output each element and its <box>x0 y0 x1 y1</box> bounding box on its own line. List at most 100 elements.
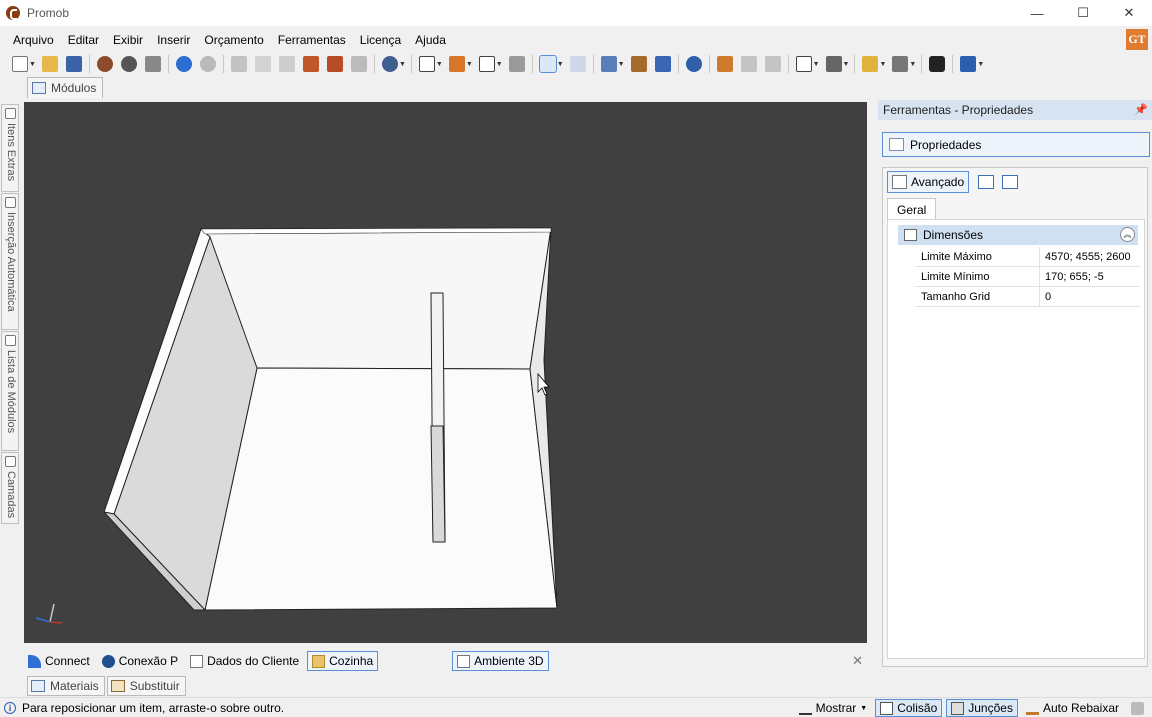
chevron-down-icon[interactable]: ▼ <box>843 61 850 68</box>
chevron-down-icon[interactable]: ▼ <box>813 61 820 68</box>
copy-icon[interactable] <box>254 56 271 72</box>
redo-icon[interactable] <box>199 56 216 72</box>
property-row[interactable]: Limite Máximo 4570; 4555; 2600 <box>915 247 1140 267</box>
tab-dados-do-cliente[interactable]: Dados do Cliente <box>186 651 303 671</box>
maximize-button[interactable]: ☐ <box>1060 0 1106 26</box>
property-row[interactable]: Tamanho Grid 0 <box>915 287 1140 307</box>
layers-icon[interactable] <box>600 56 617 72</box>
gt-badge[interactable]: GT <box>1126 29 1148 50</box>
cabinet-icon[interactable] <box>630 56 647 72</box>
undo-icon[interactable] <box>175 56 192 72</box>
arrow-right-icon[interactable] <box>764 56 781 72</box>
properties-button[interactable]: Propriedades <box>882 132 1150 157</box>
tab-ambiente-3d[interactable]: Ambiente 3D <box>452 651 549 671</box>
view-3d-icon[interactable] <box>654 56 671 72</box>
tab-insercao-automatica[interactable]: Inserção Automática <box>1 193 19 330</box>
tab-connect[interactable]: Connect <box>24 651 94 671</box>
properties-icon <box>889 138 904 151</box>
menu-inserir[interactable]: Inserir <box>150 29 197 51</box>
chevron-down-icon[interactable]: ▼ <box>496 61 503 68</box>
promob-connection-icon <box>101 654 115 668</box>
3d-viewport[interactable] <box>24 102 867 643</box>
chevron-down-icon[interactable]: ▼ <box>436 61 443 68</box>
menu-bar: Arquivo Editar Exibir Inserir Orçamento … <box>0 29 1152 51</box>
cut-icon[interactable] <box>230 56 247 72</box>
property-value[interactable]: 4570; 4555; 2600 <box>1040 247 1131 266</box>
chevron-down-icon[interactable]: ▼ <box>909 61 916 68</box>
menu-ajuda[interactable]: Ajuda <box>408 29 453 51</box>
tools-button[interactable] <box>1127 699 1152 717</box>
alphabetical-view-icon[interactable] <box>1002 175 1019 189</box>
light-icon[interactable] <box>862 56 879 72</box>
chevron-down-icon[interactable]: ▼ <box>29 61 36 68</box>
chevron-down-icon[interactable]: ▼ <box>977 61 984 68</box>
tab-itens-extras[interactable]: Itens Extras <box>1 104 19 192</box>
menu-arquivo[interactable]: Arquivo <box>6 29 61 51</box>
wall-icon[interactable] <box>508 56 525 72</box>
categorized-view-icon[interactable] <box>978 175 995 189</box>
chevron-down-icon[interactable]: ▼ <box>618 61 625 68</box>
tab-lista-de-modulos[interactable]: Lista de Módulos <box>1 331 19 451</box>
mostrar-dropdown[interactable]: Mostrar ▼ <box>795 699 872 717</box>
minimize-button[interactable]: — <box>1014 0 1060 26</box>
close-window-button[interactable]: ✕ <box>1106 0 1152 26</box>
paint-roller-icon[interactable] <box>326 56 343 72</box>
menu-orcamento[interactable]: Orçamento <box>197 29 270 51</box>
tab-camadas-label: Camadas <box>5 471 17 519</box>
eye-icon[interactable] <box>685 56 702 72</box>
tab-cozinha[interactable]: Cozinha <box>307 651 379 671</box>
render-settings-icon[interactable] <box>120 56 137 72</box>
property-value[interactable]: 170; 655; -5 <box>1040 267 1104 286</box>
paste-icon[interactable] <box>278 56 295 72</box>
chevron-down-icon[interactable]: ▼ <box>466 61 473 68</box>
tab-modulos[interactable]: Módulos <box>27 77 104 98</box>
render-icon[interactable] <box>96 56 113 72</box>
budget-icon[interactable] <box>381 56 398 72</box>
dimensions-icon <box>904 229 917 241</box>
modules-icon[interactable] <box>448 56 465 72</box>
property-row[interactable]: Limite Mínimo 170; 655; -5 <box>915 267 1140 287</box>
toolbar-separator <box>167 55 169 73</box>
auto-rebaixar-toggle[interactable]: Auto Rebaixar <box>1022 699 1123 717</box>
delete-icon[interactable] <box>350 56 367 72</box>
new-file-icon[interactable] <box>12 56 28 72</box>
colisao-toggle[interactable]: Colisão <box>875 699 943 717</box>
info-icon: i <box>4 701 16 714</box>
advanced-button[interactable]: Avançado <box>887 171 970 193</box>
tab-conexao-p[interactable]: Conexão P <box>98 651 182 671</box>
category-dimensoes[interactable]: Dimensões ︽ <box>898 225 1138 245</box>
tab-camadas[interactable]: Camadas <box>1 452 19 524</box>
move-arrows-icon[interactable] <box>929 56 946 72</box>
menu-ferramentas[interactable]: Ferramentas <box>271 29 353 51</box>
collapse-icon[interactable]: ︽ <box>1120 227 1135 242</box>
chevron-down-icon[interactable]: ▼ <box>557 61 564 68</box>
hammer-icon[interactable] <box>302 56 319 72</box>
print-icon[interactable] <box>144 56 161 72</box>
menu-licenca[interactable]: Licença <box>353 29 408 51</box>
cube-icon[interactable] <box>825 56 842 72</box>
chevron-down-icon[interactable]: ▼ <box>879 61 886 68</box>
tab-substituir[interactable]: Substituir <box>106 676 186 696</box>
orbit-icon[interactable] <box>716 56 733 72</box>
measure-icon[interactable] <box>569 56 586 72</box>
chevron-down-icon[interactable]: ▼ <box>399 61 406 68</box>
close-tab-icon[interactable]: ✕ <box>852 653 863 669</box>
menu-exibir[interactable]: Exibir <box>106 29 150 51</box>
menu-editar[interactable]: Editar <box>61 29 106 51</box>
tab-materiais[interactable]: Materiais <box>27 676 105 696</box>
property-value[interactable]: 0 <box>1040 287 1051 306</box>
pin-icon[interactable]: 📌 <box>1134 103 1148 116</box>
open-folder-icon[interactable] <box>41 56 58 72</box>
bottom-tab-bar-2: Materiais Substituir <box>27 676 188 696</box>
view-plan-icon[interactable] <box>418 56 435 72</box>
box-view-icon[interactable] <box>795 56 812 72</box>
select-cursor-icon[interactable] <box>538 55 557 73</box>
juncoes-toggle[interactable]: Junções <box>946 699 1018 717</box>
camera-icon[interactable] <box>892 56 909 72</box>
status-message: Para reposicionar um item, arraste-o sob… <box>22 700 285 715</box>
shape-icon[interactable] <box>478 56 495 72</box>
save-icon[interactable] <box>65 56 82 72</box>
tab-geral[interactable]: Geral <box>887 198 937 220</box>
arrow-left-icon[interactable] <box>740 56 757 72</box>
layout-icon[interactable] <box>960 56 977 72</box>
